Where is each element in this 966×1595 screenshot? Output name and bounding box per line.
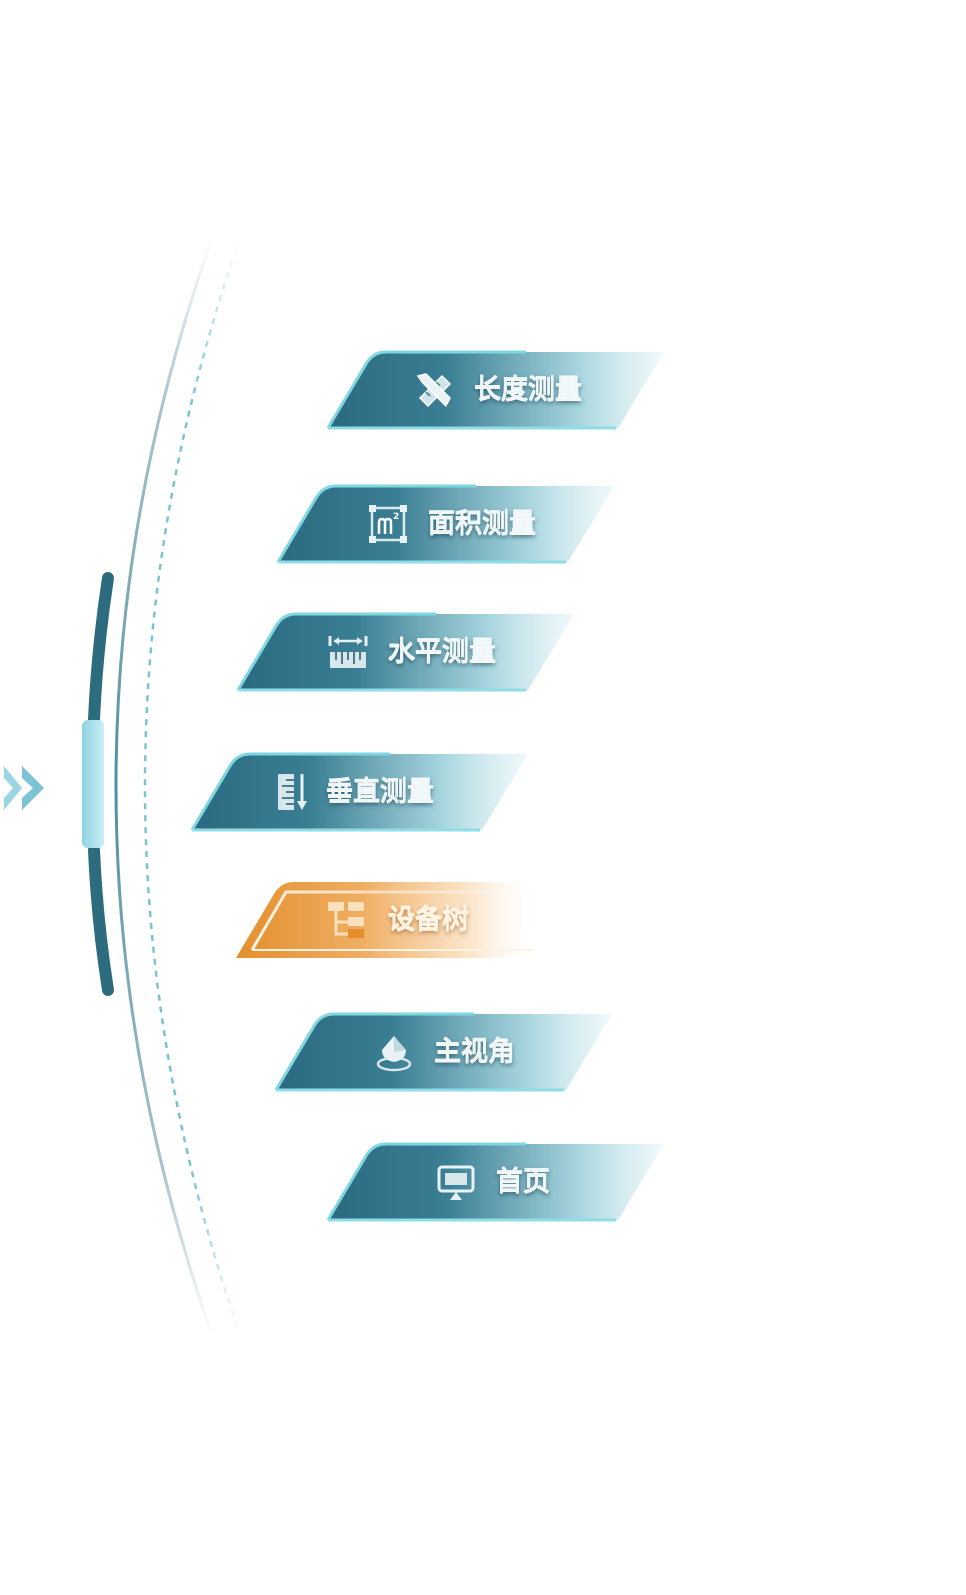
vertical-measure-button[interactable]: 垂直测量 — [190, 752, 530, 832]
horizontal-ruler-icon — [326, 630, 370, 674]
double-chevron-right-icon — [4, 766, 44, 810]
button-label: 水平测量 — [388, 636, 496, 667]
expand-toggle-button[interactable] — [0, 758, 52, 818]
ruler-pencil-icon — [412, 368, 456, 412]
arc-highlight-bottom — [88, 844, 114, 996]
device-tree-icon — [324, 898, 368, 942]
button-label: 垂直测量 — [326, 776, 434, 807]
length-measure-button[interactable]: 长度测量 — [326, 350, 666, 430]
svg-text:2: 2 — [393, 512, 399, 522]
main-view-button[interactable]: 主视角 — [274, 1012, 614, 1092]
button-label: 面积测量 — [428, 508, 536, 539]
device-tree-button[interactable]: 设备树 — [234, 880, 574, 960]
button-label: 长度测量 — [474, 374, 582, 405]
area-square-meter-icon: 2 — [366, 502, 410, 546]
button-label: 设备树 — [388, 904, 469, 935]
vertical-ruler-icon — [272, 770, 316, 814]
button-label: 首页 — [496, 1166, 550, 1197]
home-button[interactable]: 首页 — [326, 1142, 666, 1222]
main-view-icon — [372, 1030, 416, 1074]
arc-center-bar — [82, 720, 104, 848]
button-label: 主视角 — [434, 1036, 515, 1067]
arc-highlight-top — [88, 572, 114, 726]
monitor-home-icon — [434, 1160, 478, 1204]
horizontal-measure-button[interactable]: 水平测量 — [236, 612, 576, 692]
area-measure-button[interactable]: 2 面积测量 — [276, 484, 616, 564]
